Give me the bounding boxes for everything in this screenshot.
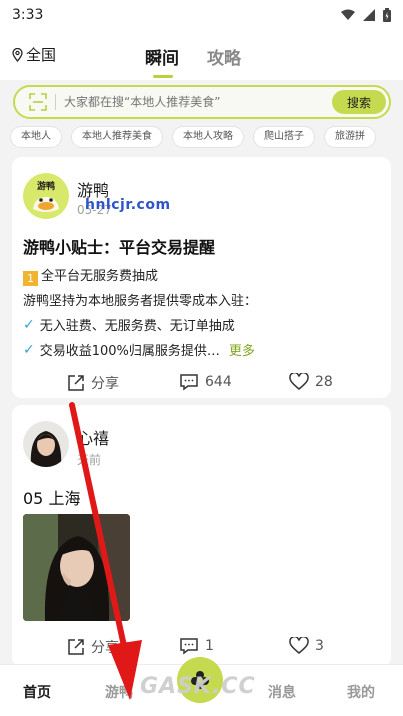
post-line-text: 全平台无服务费抽成 <box>41 269 159 284</box>
comment-button[interactable]: 1 <box>179 637 214 655</box>
share-label: 分享 <box>91 640 119 656</box>
location-pin-icon <box>12 47 23 62</box>
share-label: 分享 <box>91 376 119 392</box>
more-link[interactable]: 更多 <box>229 340 255 359</box>
like-count: 3 <box>315 638 324 654</box>
status-time: 3:33 <box>12 7 44 23</box>
search-input[interactable] <box>64 95 314 109</box>
site-watermark: hnlcjr.com <box>85 197 171 213</box>
corner-watermark-logo: GASK.CC <box>140 674 256 699</box>
status-icons <box>341 8 391 22</box>
share-button[interactable]: 分享 <box>67 373 119 393</box>
location-label: 全国 <box>26 46 57 64</box>
share-icon <box>68 375 84 391</box>
scan-icon[interactable] <box>29 93 47 111</box>
post-card[interactable]: 心禧 天前 05 上海 分享 1 3 <box>12 405 391 667</box>
tag-chips: 本地人 本地人推荐美食 本地人攻略 爬山搭子 旅游拼 <box>10 126 403 148</box>
nav-mine[interactable]: 我的 <box>347 682 375 702</box>
like-count: 28 <box>315 374 333 390</box>
like-button[interactable]: 28 <box>289 373 333 391</box>
like-button[interactable]: 3 <box>289 637 324 655</box>
post-body: 05 上海 <box>23 489 81 508</box>
checkmark-icon: ✓ <box>23 341 35 358</box>
chip-travel-group[interactable]: 旅游拼 <box>324 126 376 148</box>
status-bar: 3:33 <box>0 0 403 30</box>
chip-local-food[interactable]: 本地人推荐美食 <box>71 126 163 148</box>
top-nav: 全国 瞬间 攻略 <box>0 30 403 80</box>
post-title: 游鸭小贴士：平台交易提醒 <box>23 238 216 257</box>
post-date: 天前 <box>77 453 102 467</box>
search-divider <box>55 94 56 110</box>
share-icon <box>68 639 84 655</box>
battery-icon <box>383 8 391 22</box>
heart-icon <box>289 637 309 654</box>
chip-hiking-buddy[interactable]: 爬山搭子 <box>253 126 315 148</box>
avatar[interactable] <box>23 421 69 467</box>
author-name[interactable]: 心禧 <box>77 425 109 449</box>
tab-guides[interactable]: 攻略 <box>207 44 241 69</box>
avatar[interactable]: 游鸭 <box>23 173 69 219</box>
nav-travel[interactable]: 游鸭 <box>105 682 133 702</box>
nav-messages[interactable]: 消息 <box>268 682 296 702</box>
location-selector[interactable]: 全国 <box>12 44 56 65</box>
search-button[interactable]: 搜索 <box>332 90 386 114</box>
check-text: 交易收益100%归属服务提供… <box>39 344 220 359</box>
comment-icon <box>180 638 198 655</box>
comment-count: 1 <box>205 638 214 654</box>
wifi-icon <box>341 9 355 20</box>
checkmark-icon: ✓ <box>23 316 35 333</box>
search-bar: 搜索 <box>13 85 391 119</box>
signal-icon <box>363 9 375 21</box>
post-photo[interactable] <box>23 514 130 621</box>
comment-icon <box>180 374 198 391</box>
avatar-logo-text: 游鸭 <box>37 180 55 192</box>
chip-local[interactable]: 本地人 <box>10 126 62 148</box>
share-button[interactable]: 分享 <box>67 637 119 657</box>
heart-icon <box>289 373 309 390</box>
post-line: 游鸭坚持为本地服务者提供零成本入驻： <box>23 294 258 309</box>
nav-home[interactable]: 首页 <box>23 682 51 702</box>
post-line: 1 全平台无服务费抽成 <box>23 265 158 286</box>
check-text: 无入驻费、无服务费、无订单抽成 <box>39 319 235 334</box>
post-card[interactable]: 游鸭 游鸭 05-27 游鸭小贴士：平台交易提醒 1 全平台无服务费抽成 游鸭坚持… <box>12 157 391 398</box>
tab-moments[interactable]: 瞬间 <box>145 44 179 78</box>
chip-local-guide[interactable]: 本地人攻略 <box>172 126 244 148</box>
check-line: ✓ 交易收益100%归属服务提供… 更多 <box>23 340 255 360</box>
number-badge: 1 <box>23 271 38 286</box>
comment-button[interactable]: 644 <box>179 373 232 391</box>
comment-count: 644 <box>205 374 232 390</box>
post-actions: 分享 644 28 <box>12 373 391 397</box>
check-line: ✓ 无入驻费、无服务费、无订单抽成 <box>23 315 235 335</box>
feed-tabs: 瞬间 攻略 <box>145 44 241 78</box>
